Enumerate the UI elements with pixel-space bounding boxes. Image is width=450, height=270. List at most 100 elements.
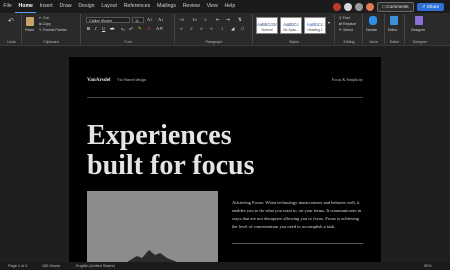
paragraph-group-label: Paragraph bbox=[205, 40, 223, 44]
font-group-label: Font bbox=[124, 40, 132, 44]
align-right-icon[interactable]: ≡ bbox=[200, 26, 203, 31]
tab-mailings[interactable]: Mailings bbox=[154, 0, 180, 13]
font-name-dropdown[interactable]: Calibri (Body) bbox=[86, 17, 130, 23]
clear-formatting-icon[interactable]: A✕ bbox=[156, 26, 163, 32]
strikethrough-icon[interactable]: ab bbox=[110, 26, 114, 31]
decrease-indent-icon[interactable]: ⇤ bbox=[216, 17, 220, 23]
shrink-font-icon[interactable]: A↓ bbox=[158, 17, 164, 22]
editor-label[interactable]: Editor bbox=[388, 28, 397, 32]
body-paragraph: Achieving Focus: When technology mastcro… bbox=[232, 200, 362, 229]
increase-indent-icon[interactable]: ⇥ bbox=[226, 17, 230, 23]
align-left-icon[interactable]: ≡ bbox=[180, 26, 183, 31]
line-spacing-icon[interactable]: ↕ bbox=[221, 26, 223, 31]
share-button[interactable]: ↗ Share bbox=[416, 3, 444, 11]
style-sample: AaBbCcDc bbox=[257, 22, 278, 27]
copy-label: Copy bbox=[42, 22, 51, 26]
headline: Experiences built for focus bbox=[87, 121, 255, 181]
borders-icon[interactable]: □ bbox=[241, 26, 244, 31]
style-normal[interactable]: AaBbCcDc Normal bbox=[256, 17, 278, 34]
numbering-icon[interactable]: 1≡ bbox=[192, 17, 197, 22]
voice-group: Dictate Voice bbox=[363, 14, 385, 44]
status-bar: Page 1 of 4 155 Words English (United St… bbox=[0, 262, 450, 270]
style-sample: AaBbCc bbox=[283, 22, 299, 27]
designer-group-label: Designer bbox=[412, 40, 428, 44]
format-painter-label: Format Painter bbox=[43, 28, 67, 32]
paste-icon[interactable] bbox=[26, 17, 34, 26]
comments-label: Comments bbox=[386, 4, 409, 9]
justify-icon[interactable]: ≡ bbox=[210, 26, 213, 31]
headline-line-1: Experiences bbox=[87, 120, 232, 151]
tab-review[interactable]: Review bbox=[179, 0, 203, 13]
paste-label[interactable]: Paste bbox=[25, 28, 34, 32]
brand-name: VanArsdel bbox=[87, 77, 111, 83]
styles-more-icon[interactable]: ▾ bbox=[328, 20, 330, 25]
tab-insert[interactable]: Insert bbox=[36, 0, 56, 13]
replace-button[interactable]: ⇄ Replace bbox=[339, 22, 356, 26]
highlight-icon[interactable]: ✎ bbox=[138, 26, 142, 32]
select-button[interactable]: ⇱ Select bbox=[339, 28, 353, 32]
superscript-icon[interactable]: x² bbox=[129, 26, 133, 31]
zoom-level[interactable]: 50% bbox=[424, 264, 432, 268]
shading-icon[interactable]: ◢ bbox=[231, 26, 235, 32]
language-indicator[interactable]: English (United States) bbox=[76, 264, 115, 268]
clipboard-group-label: Clipboard bbox=[43, 40, 59, 44]
underline-icon[interactable]: U bbox=[102, 26, 105, 31]
tab-home[interactable]: Home bbox=[15, 0, 37, 13]
record-icon[interactable] bbox=[333, 3, 342, 11]
style-name: No Spac... bbox=[283, 28, 299, 32]
font-color-icon[interactable]: A bbox=[147, 26, 150, 31]
clipboard-group: Paste ✂ Cut ⧉ Copy ✎ Format Painter Clip… bbox=[22, 14, 81, 44]
bold-icon[interactable]: B bbox=[87, 26, 90, 31]
designer-icon[interactable] bbox=[415, 16, 423, 25]
select-label: Select bbox=[343, 28, 354, 32]
format-painter-button[interactable]: ✎ Format Painter bbox=[39, 28, 67, 32]
find-button[interactable]: ⚲ Find bbox=[339, 16, 350, 20]
microphone-icon[interactable] bbox=[369, 16, 377, 25]
document-page[interactable]: VanArsdel Via Shared design Focus & Simp… bbox=[69, 57, 381, 262]
word-count[interactable]: 155 Words bbox=[42, 264, 60, 268]
headline-line-2: built for focus bbox=[87, 150, 255, 181]
align-center-icon[interactable]: ≡ bbox=[190, 26, 193, 31]
style-name: Heading 1 bbox=[307, 28, 323, 32]
subscript-icon[interactable]: x₂ bbox=[121, 26, 125, 31]
tab-design[interactable]: Design bbox=[75, 0, 98, 13]
mountain-silhouette bbox=[127, 250, 177, 262]
document-canvas[interactable]: VanArsdel Via Shared design Focus & Simp… bbox=[0, 46, 450, 262]
replace-label: Replace bbox=[343, 22, 357, 26]
title-right-tools: □ Comments ↗ Share bbox=[333, 2, 444, 12]
style-heading-1[interactable]: AaBbCc Heading 1 bbox=[304, 17, 326, 34]
cut-button[interactable]: ✂ Cut bbox=[39, 16, 49, 20]
tab-view[interactable]: View bbox=[203, 0, 221, 13]
via-text: Via Shared design bbox=[117, 77, 147, 82]
undo-icon[interactable]: ↶ bbox=[8, 18, 15, 25]
bullets-icon[interactable]: •≡ bbox=[180, 17, 184, 22]
dictate-label[interactable]: Dictate bbox=[366, 28, 377, 32]
cut-label: Cut bbox=[43, 16, 49, 20]
user-avatar[interactable] bbox=[366, 3, 375, 11]
voice-group-label: Voice bbox=[369, 40, 378, 44]
tagline: Focus & Simplicity bbox=[331, 77, 363, 82]
user-avatar[interactable] bbox=[344, 3, 353, 11]
styles-group-label: Styles bbox=[289, 40, 299, 44]
tab-help[interactable]: Help bbox=[221, 0, 238, 13]
header-divider bbox=[87, 97, 363, 98]
menu-bar: File Home Insert Draw Design Layout Refe… bbox=[0, 0, 450, 13]
tab-draw[interactable]: Draw bbox=[56, 0, 75, 13]
style-no-spacing[interactable]: AaBbCc No Spac... bbox=[280, 17, 302, 34]
copy-button[interactable]: ⧉ Copy bbox=[39, 22, 51, 26]
multilevel-list-icon[interactable]: ≡ bbox=[204, 17, 207, 22]
editor-icon[interactable] bbox=[390, 16, 398, 25]
user-avatar[interactable] bbox=[355, 3, 364, 11]
editor-group-label: Editor bbox=[389, 40, 400, 44]
tab-layout[interactable]: Layout bbox=[98, 0, 120, 13]
styles-group: AaBbCcDc Normal AaBbCc No Spac... AaBbCc… bbox=[254, 14, 335, 44]
font-size-dropdown[interactable]: 11 bbox=[132, 17, 144, 23]
italic-icon[interactable]: I bbox=[95, 26, 97, 31]
page-count[interactable]: Page 1 of 4 bbox=[8, 264, 27, 268]
grow-font-icon[interactable]: A↑ bbox=[147, 17, 153, 22]
sort-icon[interactable]: ⇅ bbox=[238, 17, 242, 23]
designer-label[interactable]: Designer bbox=[411, 28, 425, 32]
comments-button[interactable]: □ Comments bbox=[377, 2, 414, 12]
menu-file[interactable]: File bbox=[0, 0, 15, 13]
tab-references[interactable]: References bbox=[120, 0, 153, 13]
